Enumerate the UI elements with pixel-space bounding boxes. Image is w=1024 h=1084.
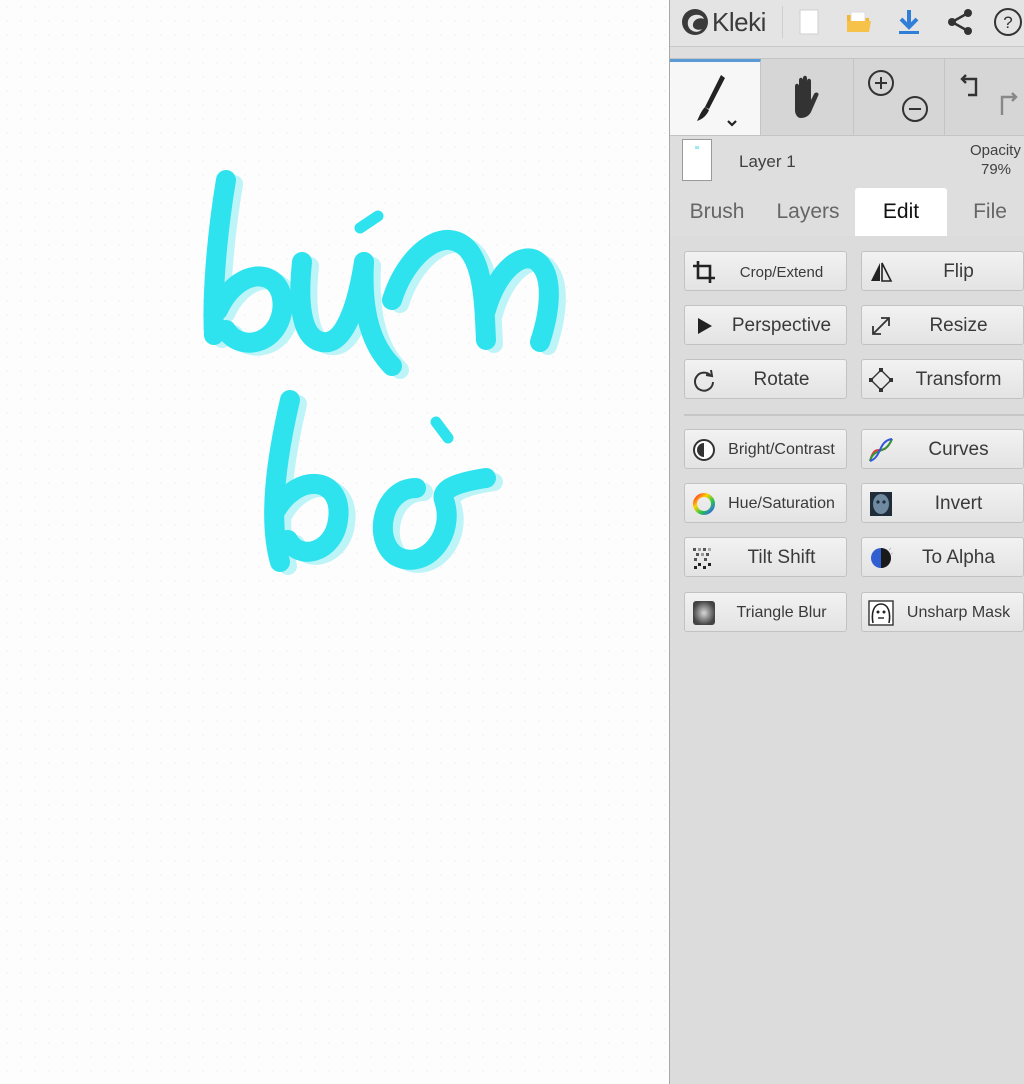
to-alpha-button[interactable]: To Alpha xyxy=(861,537,1024,577)
undo-icon xyxy=(960,74,978,97)
kleki-logo-icon xyxy=(682,9,708,35)
opacity-value: 79% xyxy=(981,161,1012,178)
rotate-button[interactable]: Rotate xyxy=(684,359,847,399)
to-alpha-icon xyxy=(868,545,894,571)
opacity-label: Opacity xyxy=(970,142,1021,159)
curves-icon xyxy=(868,437,894,463)
unsharp-mask-icon xyxy=(868,600,894,626)
invert-icon xyxy=(868,491,894,517)
curves-button[interactable]: Curves xyxy=(861,429,1024,469)
tab-file[interactable]: File xyxy=(950,188,1024,236)
tab-brush[interactable]: Brush xyxy=(676,188,758,236)
invert-label: Invert xyxy=(934,493,983,514)
perspective-label: Perspective xyxy=(731,315,832,336)
undo-redo-buttons xyxy=(944,59,1024,135)
section-divider xyxy=(684,414,1024,416)
panel-tabs: Brush Layers Edit File xyxy=(670,188,1024,236)
tool-row xyxy=(670,58,1024,136)
transform-button[interactable]: Transform xyxy=(861,359,1024,399)
edit-panel: Crop/Extend Flip Perspective Resize Rota… xyxy=(670,236,1024,1084)
hue-saturation-label: Hue/Saturation xyxy=(728,495,835,512)
perspective-button[interactable]: Perspective xyxy=(684,305,847,345)
bright-contrast-button[interactable]: Bright/Contrast xyxy=(684,429,847,469)
canvas-artwork xyxy=(203,170,566,575)
toolbar-separator xyxy=(782,6,783,38)
side-panel: Kleki ? Layer 1 Opacity 79% Brush Layers… xyxy=(669,0,1024,1084)
transform-icon xyxy=(868,367,894,393)
zoom-in-icon xyxy=(868,70,894,96)
curves-label: Curves xyxy=(928,439,989,460)
resize-button[interactable]: Resize xyxy=(861,305,1024,345)
invert-button[interactable]: Invert xyxy=(861,483,1024,523)
perspective-icon xyxy=(691,313,717,339)
new-image-icon[interactable] xyxy=(792,5,826,39)
crop-icon xyxy=(691,259,717,285)
layer-thumbnail xyxy=(682,139,712,181)
download-icon[interactable] xyxy=(892,5,926,39)
redo-icon xyxy=(1000,92,1018,115)
transform-label: Transform xyxy=(915,369,1002,390)
app-name: Kleki xyxy=(712,6,766,37)
svg-text:?: ? xyxy=(1003,13,1012,32)
brush-tool-button[interactable] xyxy=(670,59,761,135)
triangle-blur-button[interactable]: Triangle Blur xyxy=(684,592,847,632)
help-icon[interactable]: ? xyxy=(991,5,1024,39)
unsharp-mask-button[interactable]: Unsharp Mask xyxy=(861,592,1024,632)
hand-icon xyxy=(795,75,819,118)
unsharp-mask-label: Unsharp Mask xyxy=(906,604,1011,621)
stroke-b1-bowl xyxy=(208,266,293,353)
tab-layers[interactable]: Layers xyxy=(764,188,852,236)
to-alpha-label: To Alpha xyxy=(922,547,995,568)
triangle-blur-icon xyxy=(691,600,717,626)
share-icon[interactable] xyxy=(943,5,977,39)
zoom-out-icon xyxy=(902,96,928,122)
layer-name: Layer 1 xyxy=(739,152,796,171)
rotate-icon xyxy=(691,367,717,393)
hand-tool-button[interactable] xyxy=(761,59,854,135)
hue-saturation-icon xyxy=(691,491,717,517)
flip-label: Flip xyxy=(943,261,974,282)
app-logo[interactable]: Kleki xyxy=(680,5,766,39)
stroke-grave-accent xyxy=(430,416,454,444)
zoom-buttons xyxy=(853,59,945,135)
tilt-shift-button[interactable]: Tilt Shift xyxy=(684,537,847,577)
tilt-shift-label: Tilt Shift xyxy=(747,547,816,568)
stroke-acute-accent xyxy=(354,210,384,234)
bright-contrast-label: Bright/Contrast xyxy=(728,441,835,458)
brightness-contrast-icon xyxy=(691,437,717,463)
resize-icon xyxy=(868,313,894,339)
tilt-shift-icon xyxy=(691,545,717,571)
crop-extend-button[interactable]: Crop/Extend xyxy=(684,251,847,291)
drawing-canvas[interactable] xyxy=(0,0,669,1084)
flip-button[interactable]: Flip xyxy=(861,251,1024,291)
flip-icon xyxy=(868,259,894,285)
tab-edit[interactable]: Edit xyxy=(855,188,947,236)
resize-label: Resize xyxy=(929,315,988,336)
current-layer-row[interactable]: Layer 1 Opacity 79% xyxy=(670,136,1024,188)
open-folder-icon[interactable] xyxy=(842,5,876,39)
crop-extend-label: Crop/Extend xyxy=(739,263,824,281)
brush-icon xyxy=(697,74,737,127)
top-bar: Kleki ? xyxy=(670,0,1024,47)
rotate-label: Rotate xyxy=(753,369,810,390)
hue-saturation-button[interactable]: Hue/Saturation xyxy=(684,483,847,523)
triangle-blur-label: Triangle Blur xyxy=(736,604,827,621)
